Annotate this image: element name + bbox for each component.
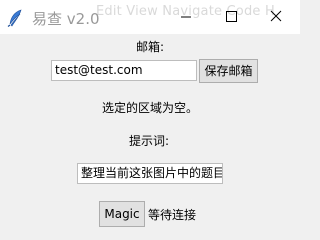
minimize-button[interactable] bbox=[164, 0, 209, 34]
feather-app-icon bbox=[6, 9, 24, 27]
maximize-button[interactable] bbox=[209, 0, 254, 34]
close-icon bbox=[270, 10, 282, 22]
app-window: Edit View Navigate Code H 易查 v2.0 邮箱: te… bbox=[0, 0, 300, 232]
maximize-icon bbox=[226, 11, 237, 22]
title-bar[interactable]: Edit View Navigate Code H 易查 v2.0 bbox=[0, 0, 300, 34]
close-button[interactable] bbox=[254, 0, 299, 34]
magic-button[interactable]: Magic bbox=[99, 201, 145, 227]
save-email-button[interactable]: 保存邮箱 bbox=[199, 59, 258, 83]
connection-status-text: 等待连接 bbox=[148, 208, 197, 222]
prompt-input[interactable]: 整理当前这张图片中的题目 bbox=[77, 163, 223, 184]
selection-status-text: 选定的区域为空。 bbox=[102, 101, 199, 115]
email-input[interactable]: test@test.com bbox=[51, 60, 197, 81]
window-title: 易查 v2.0 bbox=[32, 10, 100, 28]
minimize-icon bbox=[181, 16, 191, 18]
prompt-label: 提示词: bbox=[129, 134, 170, 148]
email-label: 邮箱: bbox=[136, 40, 165, 54]
